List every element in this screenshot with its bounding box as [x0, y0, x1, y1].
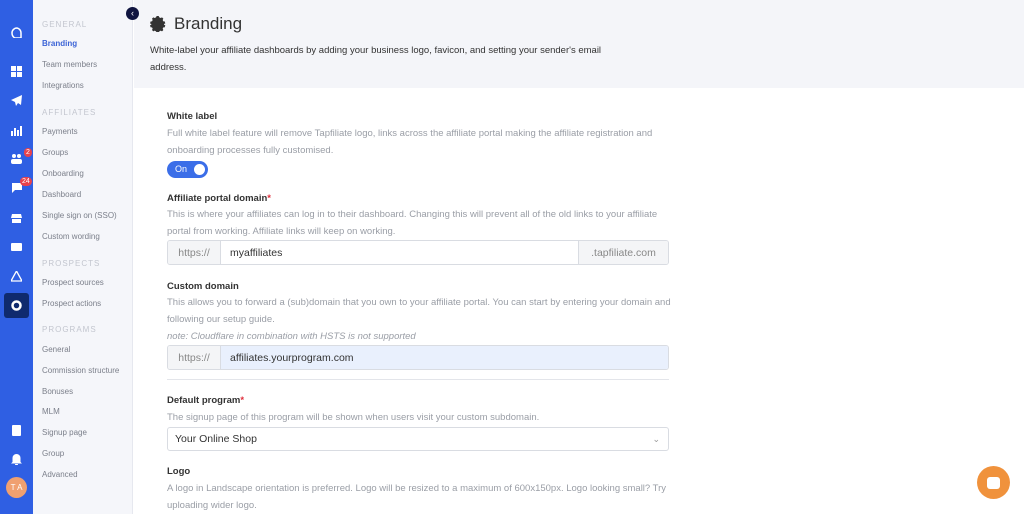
- sidebar-item-branding[interactable]: Branding: [42, 39, 77, 48]
- sidebar-item-group[interactable]: Group: [42, 449, 64, 458]
- sidebar-item-commission-structure[interactable]: Commission structure: [42, 366, 119, 375]
- protocol-prefix: https://: [168, 241, 221, 264]
- logo-icon: [11, 26, 22, 38]
- custom-domain-input-group: https:// affiliates.yourprogram.com: [167, 345, 669, 370]
- toggle-label: On: [175, 164, 188, 174]
- portal-domain-label: Affiliate portal domain*: [167, 193, 271, 204]
- wallet-nav-button[interactable]: [0, 236, 33, 256]
- avatar[interactable]: T A: [6, 477, 27, 498]
- description-text: This allows you to forward a (sub)domain…: [167, 297, 671, 325]
- custom-domain-label: Custom domain: [167, 281, 239, 292]
- sidebar-section-heading: PROSPECTS: [42, 259, 101, 268]
- sidebar-section-heading: GENERAL: [42, 20, 88, 29]
- sidebar-item-dashboard[interactable]: Dashboard: [42, 190, 81, 199]
- dashboard-icon: [11, 65, 22, 77]
- label-text: Affiliate portal domain: [167, 193, 268, 204]
- logo-nav-button[interactable]: [0, 22, 33, 42]
- settings-sidebar: GENERAL Branding Team members Integrations A…: [33, 0, 133, 514]
- store-icon: [11, 213, 22, 223]
- domain-suffix: .tapfiliate.com: [578, 241, 668, 264]
- logo-label: Logo: [167, 466, 191, 477]
- store-nav-button[interactable]: [0, 207, 33, 227]
- sidebar-item-prospect-sources[interactable]: Prospect sources: [42, 278, 104, 287]
- logo-description: A logo in Landscape orientation is prefe…: [167, 483, 667, 511]
- campaigns-nav-button[interactable]: [0, 90, 33, 110]
- chevron-down-icon: ⌄: [652, 434, 660, 444]
- toggle-knob: [194, 164, 205, 175]
- sidebar-item-general[interactable]: General: [42, 345, 70, 354]
- notification-badge: 2: [24, 148, 32, 157]
- calculator-icon: [12, 424, 21, 436]
- hsts-note: note: Cloudflare in combination with HST…: [167, 331, 416, 342]
- portal-domain-input-group: https:// myaffiliates .tapfiliate.com: [167, 240, 669, 265]
- page-title-text: Branding: [174, 14, 243, 33]
- default-program-label: Default program*: [167, 395, 244, 406]
- sidebar-item-bonuses[interactable]: Bonuses: [42, 387, 73, 396]
- sidebar-item-team-members[interactable]: Team members: [42, 60, 97, 69]
- chat-support-button[interactable]: [977, 466, 1010, 499]
- settings-nav-button[interactable]: [4, 293, 29, 318]
- sidebar-item-custom-wording[interactable]: Custom wording: [42, 232, 100, 241]
- calculator-nav-button[interactable]: [0, 420, 33, 440]
- sidebar-item-mlm[interactable]: MLM: [42, 407, 60, 416]
- portal-domain-description: This is where your affiliates can log in…: [167, 209, 658, 237]
- protocol-prefix: https://: [168, 346, 221, 369]
- sidebar-item-prospect-actions[interactable]: Prospect actions: [42, 299, 101, 308]
- reports-nav-button[interactable]: [0, 120, 33, 140]
- sidebar-item-advanced[interactable]: Advanced: [42, 470, 78, 479]
- label-text: Default program: [167, 395, 241, 406]
- sidebar-item-integrations[interactable]: Integrations: [42, 81, 84, 90]
- page-subtitle: White-label your affiliate dashboards by…: [150, 45, 602, 73]
- divider: [167, 379, 669, 380]
- sidebar-item-single-sign-on-sso[interactable]: Single sign on (SSO): [42, 211, 117, 220]
- custom-domain-description: This allows you to forward a (sub)domain…: [167, 294, 677, 345]
- dashboard-nav-button[interactable]: [0, 61, 33, 81]
- required-mark: *: [240, 395, 245, 406]
- settings-icon: [11, 300, 22, 311]
- sidebar-item-payments[interactable]: Payments: [42, 127, 78, 136]
- bell-nav-button[interactable]: [0, 449, 33, 469]
- custom-domain-input[interactable]: affiliates.yourprogram.com: [221, 346, 668, 369]
- campaigns-icon: [11, 94, 22, 106]
- wallet-icon: [11, 242, 22, 251]
- sidebar-section-heading: PROGRAMS: [42, 325, 97, 334]
- sidebar-item-onboarding[interactable]: Onboarding: [42, 169, 84, 178]
- sidebar-item-signup-page[interactable]: Signup page: [42, 428, 87, 437]
- sidebar-section-heading: AFFILIATES: [42, 108, 97, 117]
- portal-domain-input[interactable]: myaffiliates: [221, 241, 578, 264]
- white-label-toggle[interactable]: On: [167, 161, 208, 178]
- default-program-description: The signup page of this program will be …: [167, 412, 540, 423]
- white-label-description: Full white label feature will remove Tap…: [167, 128, 653, 156]
- required-mark: *: [267, 193, 271, 204]
- chat-icon: [987, 476, 1000, 489]
- white-label-label: White label: [167, 111, 218, 122]
- sidebar-item-groups[interactable]: Groups: [42, 148, 68, 157]
- collapse-sidebar-button[interactable]: ‹: [126, 7, 139, 20]
- affiliates-icon: [11, 153, 22, 164]
- reports-icon: [11, 125, 22, 136]
- prospects-icon: [11, 270, 22, 282]
- gear-icon: [150, 16, 166, 32]
- page-title: Branding: [150, 14, 242, 34]
- prospects-nav-button[interactable]: [0, 266, 33, 286]
- notification-badge: 24: [20, 177, 32, 186]
- selected-value: Your Online Shop: [175, 433, 257, 445]
- bell-icon: [11, 453, 22, 465]
- icon-rail: 2 24 T A: [0, 0, 33, 514]
- default-program-select[interactable]: Your Online Shop ⌄: [167, 427, 669, 451]
